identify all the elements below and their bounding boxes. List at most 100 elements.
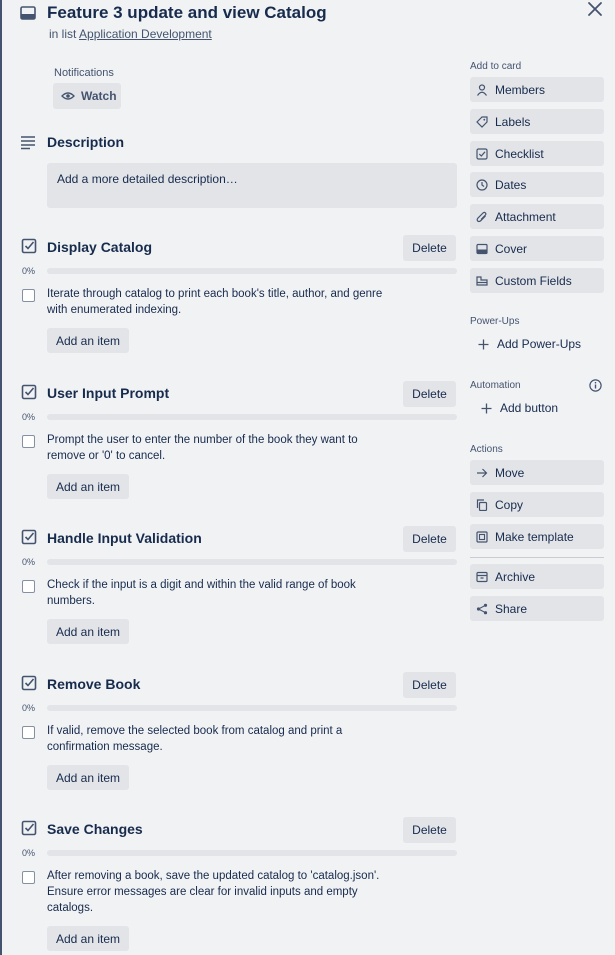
attachment-label: Attachment bbox=[495, 209, 556, 224]
checklist-icon bbox=[21, 675, 37, 691]
members-button[interactable]: Members bbox=[470, 77, 604, 102]
checklist-item-checkbox[interactable] bbox=[22, 726, 35, 739]
info-icon[interactable] bbox=[589, 379, 602, 392]
delete-checklist-button[interactable]: Delete bbox=[403, 235, 456, 261]
checklist-button[interactable]: Checklist bbox=[470, 141, 604, 166]
checklist-title[interactable]: Remove Book bbox=[47, 676, 140, 692]
delete-checklist-button[interactable]: Delete bbox=[403, 817, 456, 843]
add-item-button[interactable]: Add an item bbox=[47, 328, 129, 353]
tag-icon bbox=[476, 115, 488, 128]
list-link[interactable]: Application Development bbox=[79, 27, 212, 41]
checklist-item-text[interactable]: If valid, remove the selected book from … bbox=[47, 723, 392, 755]
template-icon bbox=[476, 530, 488, 543]
list-breadcrumb: in list Application Development bbox=[49, 27, 212, 41]
move-label: Move bbox=[495, 465, 525, 480]
cover-icon bbox=[476, 243, 488, 254]
checklist-icon bbox=[21, 529, 37, 545]
progress-percent: 0% bbox=[22, 266, 36, 276]
arrow-right-icon bbox=[477, 468, 488, 477]
copy-button[interactable]: Copy bbox=[470, 492, 604, 517]
cover-label: Cover bbox=[495, 241, 528, 256]
card-title[interactable]: Feature 3 update and view Catalog bbox=[47, 3, 327, 23]
close-icon[interactable] bbox=[586, 0, 604, 18]
add-button-label: Add button bbox=[500, 401, 559, 415]
share-icon bbox=[476, 603, 488, 614]
progress-percent: 0% bbox=[22, 703, 36, 713]
checklist-item-text[interactable]: After removing a book, save the updated … bbox=[47, 868, 392, 916]
share-label: Share bbox=[495, 601, 528, 616]
progress-bar bbox=[47, 559, 457, 565]
actions-divider bbox=[470, 557, 604, 558]
add-powerups-label: Add Power-Ups bbox=[497, 337, 582, 351]
person-icon bbox=[477, 83, 487, 96]
automation-label: Automation bbox=[470, 380, 521, 391]
description-title: Description bbox=[47, 134, 125, 150]
window-edge bbox=[0, 0, 2, 955]
delete-checklist-button[interactable]: Delete bbox=[403, 526, 456, 552]
checklist-icon bbox=[21, 384, 37, 400]
checklist-item-text[interactable]: Check if the input is a digit and within… bbox=[47, 577, 392, 609]
watch-button[interactable]: Watch bbox=[53, 83, 121, 109]
checklist-icon bbox=[476, 147, 488, 160]
checklist-item-checkbox[interactable] bbox=[22, 871, 35, 884]
archive-button[interactable]: Archive bbox=[470, 564, 604, 589]
checklist-item-checkbox[interactable] bbox=[22, 435, 35, 448]
checklist-item-checkbox[interactable] bbox=[22, 289, 35, 302]
add-to-card-label: Add to card bbox=[470, 61, 522, 72]
checklist-label: Checklist bbox=[495, 146, 544, 161]
share-button[interactable]: Share bbox=[470, 596, 604, 621]
progress-bar bbox=[47, 414, 457, 420]
progress-bar bbox=[47, 850, 457, 856]
delete-checklist-button[interactable]: Delete bbox=[403, 672, 456, 698]
dates-button[interactable]: Dates bbox=[470, 172, 604, 197]
checklist-item-checkbox[interactable] bbox=[22, 580, 35, 593]
add-item-button[interactable]: Add an item bbox=[47, 765, 129, 790]
clock-icon bbox=[476, 178, 488, 191]
description-input[interactable]: Add a more detailed description… bbox=[47, 163, 457, 208]
labels-button[interactable]: Labels bbox=[470, 109, 604, 134]
archive-label: Archive bbox=[495, 569, 536, 584]
custom-fields-label: Custom Fields bbox=[495, 273, 572, 288]
copy-label: Copy bbox=[495, 497, 524, 512]
plus-icon bbox=[481, 403, 492, 413]
progress-percent: 0% bbox=[22, 557, 36, 567]
add-item-button[interactable]: Add an item bbox=[47, 619, 129, 644]
members-label: Members bbox=[495, 82, 546, 97]
make-template-button[interactable]: Make template bbox=[470, 524, 604, 549]
checklist-title[interactable]: Display Catalog bbox=[47, 239, 152, 255]
eye-icon bbox=[61, 92, 75, 100]
make-template-label: Make template bbox=[495, 529, 574, 544]
add-item-button[interactable]: Add an item bbox=[47, 926, 129, 951]
checklist-icon bbox=[21, 238, 37, 254]
add-item-button[interactable]: Add an item bbox=[47, 474, 129, 499]
progress-bar bbox=[47, 268, 457, 274]
checklist-item-text[interactable]: Iterate through catalog to print each bo… bbox=[47, 286, 392, 318]
card-icon bbox=[20, 6, 36, 20]
attachment-button[interactable]: Attachment bbox=[470, 204, 604, 229]
custom-fields-button[interactable]: Custom Fields bbox=[470, 268, 604, 293]
checklist-title[interactable]: User Input Prompt bbox=[47, 385, 169, 401]
delete-checklist-button[interactable]: Delete bbox=[403, 381, 456, 407]
watch-label: Watch bbox=[81, 89, 117, 103]
checklist-item-text[interactable]: Prompt the user to enter the number of t… bbox=[47, 432, 392, 464]
progress-bar bbox=[47, 705, 457, 711]
paperclip-icon bbox=[476, 211, 487, 222]
custom-fields-icon bbox=[476, 275, 488, 286]
checklist-title[interactable]: Save Changes bbox=[47, 821, 143, 837]
plus-icon bbox=[478, 339, 489, 349]
labels-label: Labels bbox=[495, 114, 531, 129]
powerups-label: Power-Ups bbox=[470, 316, 520, 327]
in-list-prefix: in list bbox=[49, 27, 77, 41]
checklist-title[interactable]: Handle Input Validation bbox=[47, 530, 202, 546]
dates-label: Dates bbox=[495, 177, 527, 192]
copy-icon bbox=[476, 498, 488, 511]
progress-percent: 0% bbox=[22, 848, 36, 858]
checklist-icon bbox=[21, 820, 37, 836]
notifications-label: Notifications bbox=[54, 67, 114, 79]
add-powerups-button[interactable]: Add Power-Ups bbox=[470, 332, 581, 356]
cover-button[interactable]: Cover bbox=[470, 236, 604, 261]
actions-label: Actions bbox=[470, 444, 503, 455]
description-icon bbox=[21, 136, 35, 150]
move-button[interactable]: Move bbox=[470, 460, 604, 485]
add-automation-button[interactable]: Add button bbox=[470, 396, 558, 420]
